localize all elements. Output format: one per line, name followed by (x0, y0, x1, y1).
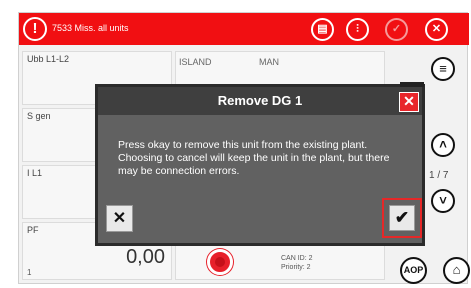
dialog-close-icon[interactable]: ✕ (399, 92, 419, 112)
cancel-button[interactable]: ✕ (106, 205, 133, 232)
log-icon[interactable]: ▤ (311, 18, 334, 41)
stop-button[interactable] (207, 249, 233, 275)
controller-screen: ! 7533 Miss. all units ▤ ⫶ ✓ ✕ Ubb L1-L2… (18, 12, 470, 284)
cell-label: I L1 (27, 168, 43, 178)
cell-label: PF (27, 225, 39, 235)
man-label: MAN (259, 57, 279, 67)
alarm-text: 7533 Miss. all units (52, 23, 129, 33)
dialog-message: Press okay to remove this unit from the … (118, 139, 390, 177)
chevron-up-icon[interactable]: ˄ (431, 133, 455, 157)
cell-footnote: 1 (27, 268, 32, 277)
alarm-bar: ! 7533 Miss. all units ▤ ⫶ ✓ ✕ (19, 13, 469, 45)
ok-button-highlight: ✔ (382, 198, 422, 238)
cell-label: S gen (27, 111, 51, 121)
alarm-icon[interactable]: ! (23, 17, 47, 41)
remove-unit-dialog: Remove DG 1 ✕ Press okay to remove this … (95, 82, 425, 246)
home-icon[interactable]: ⌂ (443, 257, 470, 284)
aop-button[interactable]: AOP (400, 257, 427, 284)
dialog-title: Remove DG 1 (98, 87, 422, 115)
ok-button[interactable]: ✔ (389, 205, 415, 231)
cell-label: Ubb L1-L2 (27, 54, 70, 64)
priority: Priority: 2 (281, 264, 311, 271)
island-label: ISLAND (179, 57, 212, 67)
close-icon[interactable]: ✕ (425, 18, 448, 41)
settings-sliders-icon[interactable]: ⫶ (346, 18, 369, 41)
can-info: CAN ID: 2 Priority: 2 (281, 254, 313, 272)
pf-value: 0,00 (126, 246, 165, 268)
page-indicator: 1 / 7 (429, 170, 449, 181)
check-icon[interactable]: ✓ (385, 18, 408, 41)
can-id: CAN ID: 2 (281, 255, 313, 262)
menu-icon[interactable]: ≡ (431, 57, 455, 81)
chevron-down-icon[interactable]: ˅ (431, 189, 455, 213)
